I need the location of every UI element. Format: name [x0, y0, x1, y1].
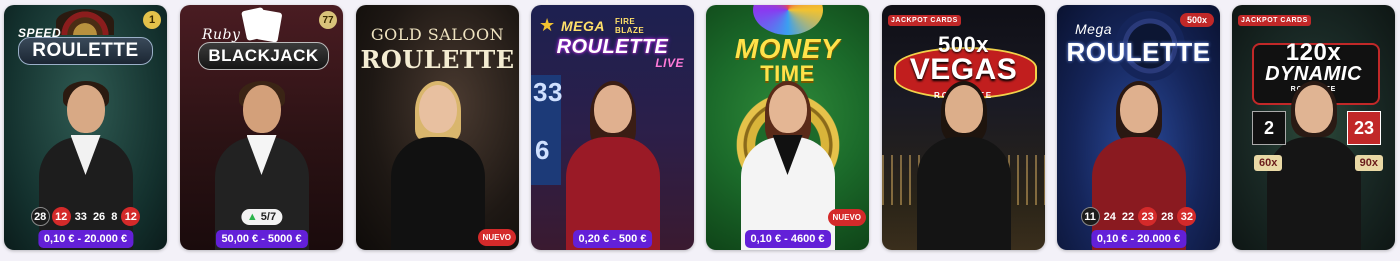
bet-range: 50,00 € - 5000 € [215, 230, 308, 248]
new-badge: NUEVO [477, 229, 516, 246]
result-number: 23 [1138, 207, 1158, 226]
dealer-image [383, 81, 493, 250]
seats-available: ▲ 5/7 [240, 209, 283, 225]
result-number: 8 [111, 210, 118, 223]
result-number: 11 [1080, 207, 1100, 226]
game-tile-money-time[interactable]: MONEY TIME NUEVO 0,10 € - 4600 € [706, 5, 869, 250]
jackpot-cards-label: JACKPOT CARDS [1238, 15, 1311, 26]
game-tile-500x-vegas-roulette[interactable]: JACKPOT CARDS 500x VEGAS ROULETTE [882, 5, 1045, 250]
game-tile-mega-fire-blaze-roulette[interactable]: 33 6 ★ MEGA FIRE BLAZE ROULETTE LIVE 0,2… [531, 5, 694, 250]
game-title: ROULETTE [360, 45, 515, 74]
star-icon: ★ [539, 15, 556, 35]
result-number: 32 [1177, 207, 1197, 226]
dealer-image [733, 81, 843, 250]
dealer-image [558, 81, 668, 250]
title-top: Ruby [202, 27, 241, 43]
title-live: LIVE [655, 56, 684, 70]
game-tile-speed-roulette[interactable]: 1 SPEED ROULETTE 28 12 33 26 8 12 0,10 €… [4, 5, 167, 250]
multiplier-chip: 90x [1354, 155, 1383, 171]
recent-numbers: 28 12 33 26 8 12 [4, 207, 167, 226]
jackpot-cards-label: JACKPOT CARDS [888, 15, 961, 26]
title-top: MEGA [561, 18, 605, 34]
game-title: BLACKJACK [198, 42, 329, 70]
seat-icon: ▲ [246, 211, 258, 223]
result-number: 26 [92, 210, 106, 223]
bet-range: 0,10 € - 4600 € [744, 230, 831, 248]
result-number: 22 [1121, 210, 1135, 223]
game-tile-mega-roulette[interactable]: 500x Mega ROULETTE 11 24 22 23 28 32 0,1… [1057, 5, 1220, 250]
bet-range: 0,10 € - 20.000 € [1090, 230, 1187, 248]
last-result-red: 23 [1347, 111, 1381, 145]
result-number: 24 [1103, 210, 1116, 223]
last-result-black: 2 [1252, 111, 1286, 145]
game-tile-120x-dynamic-roulette[interactable]: JACKPOT CARDS 120x DYNAMIC ROULETTE 2 23… [1232, 5, 1395, 250]
multiplier-chip: 60x [1254, 155, 1283, 171]
multiplier-badge: 500x [1180, 13, 1214, 27]
bet-range: 0,20 € - 500 € [572, 230, 653, 248]
wall-number: 6 [535, 135, 550, 165]
dealer-image [207, 81, 317, 250]
game-tile-ruby-blackjack[interactable]: 77 Ruby BLACKJACK ▲ 5/7 50,00 € - 5000 € [180, 5, 343, 250]
bet-range: 0,10 € - 20.000 € [37, 230, 134, 248]
dealer-image [909, 81, 1019, 250]
new-badge: NUEVO [827, 209, 866, 226]
game-title: ROULETTE [1066, 37, 1211, 67]
seats-count: 5/7 [260, 211, 277, 223]
title-top: Mega [1075, 21, 1113, 37]
result-number: 12 [51, 207, 71, 226]
game-tiles-row: 1 SPEED ROULETTE 28 12 33 26 8 12 0,10 €… [0, 0, 1400, 261]
result-number: 28 [30, 207, 50, 226]
recent-numbers: 11 24 22 23 28 32 [1057, 207, 1220, 226]
result-number: 28 [1161, 210, 1174, 223]
result-number: 12 [121, 207, 141, 226]
title-fire-blaze: FIRE BLAZE [615, 17, 645, 35]
result-number: 33 [74, 210, 87, 223]
game-title: ROULETTE [18, 37, 153, 65]
game-tile-gold-saloon-roulette[interactable]: GOLD SALOON ROULETTE NUEVO [356, 5, 519, 250]
title-top: GOLD SALOON [370, 25, 505, 44]
